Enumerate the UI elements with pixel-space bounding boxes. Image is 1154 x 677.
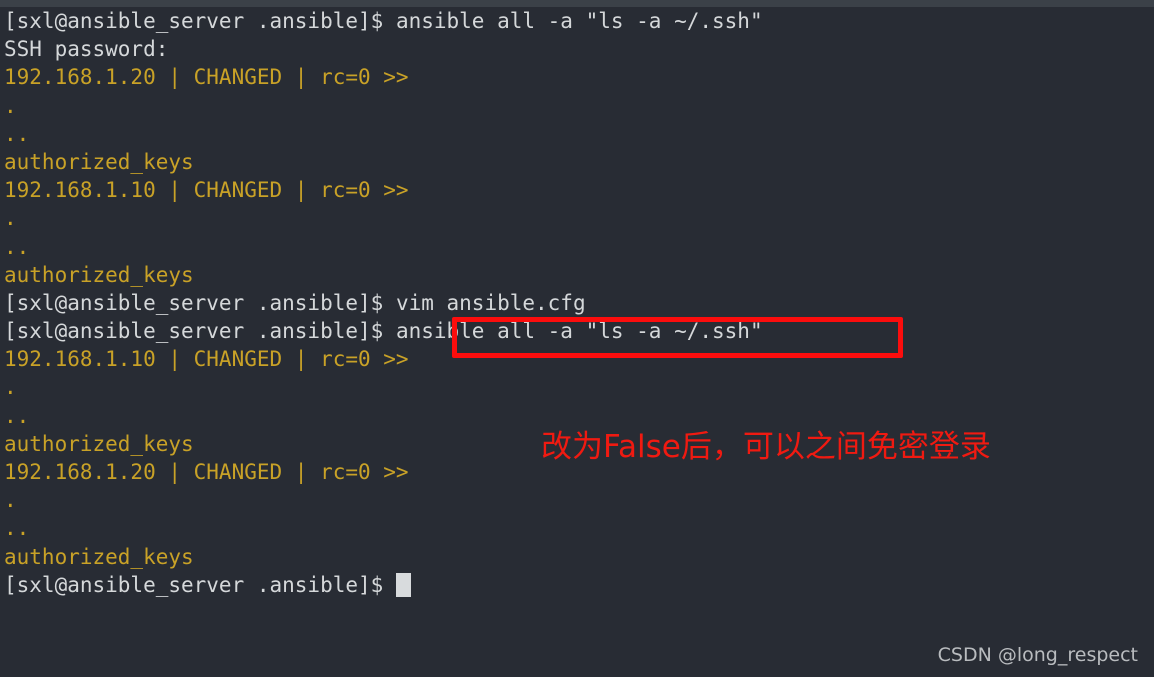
terminal-line: 192.168.1.10 | CHANGED | rc=0 >> [0,176,1154,204]
ls-entry: . [4,93,17,118]
ls-entry: authorized_keys [4,431,194,456]
ls-entry: .. [4,403,30,428]
terminal-output[interactable]: [sxl@ansible_server .ansible]$ ansible a… [0,7,1154,677]
host-result-header: 192.168.1.10 | CHANGED | rc=0 >> [4,178,409,203]
terminal-line: [sxl@ansible_server .ansible]$ vim ansib… [0,289,1154,317]
ssh-password-prompt: SSH password: [4,37,169,62]
ls-entry: . [4,488,17,513]
shell-command-highlighted: ansible all -a "ls -a ~/.ssh" [395,319,763,344]
shell-prompt: [sxl@ansible_server .ansible]$ [4,319,396,344]
terminal-line: authorized_keys [0,148,1154,176]
terminal-line-highlighted: [sxl@ansible_server .ansible]$ ansible a… [0,317,1154,345]
ls-entry: authorized_keys [4,149,194,174]
terminal-line: . [0,486,1154,514]
csdn-watermark: CSDN @long_respect [937,644,1138,666]
shell-command: vim ansible.cfg [395,290,586,315]
terminal-line: .. [0,233,1154,261]
annotation-note: 改为False后，可以之间免密登录 [541,429,991,465]
ls-entry: .. [4,234,30,259]
terminal-line: .. [0,120,1154,148]
terminal-line: .. [0,514,1154,542]
terminal-line: authorized_keys [0,261,1154,289]
host-result-header: 192.168.1.20 | CHANGED | rc=0 >> [4,460,409,484]
shell-prompt: [sxl@ansible_server .ansible]$ [4,290,396,315]
ls-entry: . [4,375,17,400]
window-top-strip [0,0,1154,7]
shell-command: ansible all -a "ls -a ~/.ssh" [395,9,763,33]
terminal-line: 192.168.1.20 | CHANGED | rc=0 >> [0,63,1154,91]
terminal-line: .. [0,402,1154,430]
terminal-line: . [0,204,1154,232]
terminal-line: [sxl@ansible_server .ansible]$ ansible a… [0,7,1154,35]
host-result-header: 192.168.1.20 | CHANGED | rc=0 >> [4,65,409,90]
shell-prompt: [sxl@ansible_server .ansible]$ [4,9,396,33]
shell-prompt: [sxl@ansible_server .ansible]$ [4,572,396,597]
ls-entry: .. [4,516,30,541]
terminal-line: 192.168.1.10 | CHANGED | rc=0 >> [0,345,1154,373]
host-result-header: 192.168.1.10 | CHANGED | rc=0 >> [4,347,409,372]
terminal-line: . [0,373,1154,401]
terminal-line: authorized_keys [0,543,1154,571]
ls-entry: .. [4,121,30,146]
ls-entry: authorized_keys [4,544,194,569]
terminal-cursor [395,572,411,597]
screenshot-root: [sxl@ansible_server .ansible]$ ansible a… [0,0,1154,677]
terminal-line-active[interactable]: [sxl@ansible_server .ansible]$ [0,571,1154,599]
terminal-line: . [0,92,1154,120]
ls-entry: authorized_keys [4,262,194,287]
ls-entry: . [4,206,17,231]
terminal-line: SSH password: [0,35,1154,63]
